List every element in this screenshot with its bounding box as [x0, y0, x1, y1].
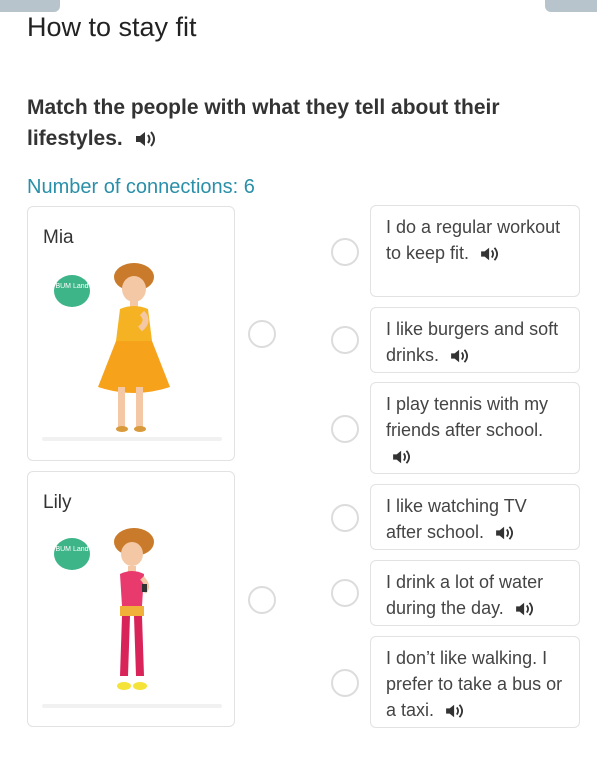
brand-badge: BUM Land	[54, 538, 90, 570]
person-name: Mia	[43, 227, 74, 248]
connections-counter: Number of connections: 6	[27, 176, 255, 198]
statement-text: I like burgers and soft drinks.	[386, 319, 559, 365]
speaker-icon[interactable]	[450, 348, 470, 364]
statement-connector-1[interactable]	[331, 238, 359, 266]
card-baseline	[42, 437, 222, 441]
task-instruction: Match the people with what they tell abo…	[27, 92, 567, 154]
speaker-icon[interactable]	[445, 703, 465, 719]
instruction-text: Match the people with what they tell abo…	[27, 96, 500, 150]
top-left-tab	[0, 0, 60, 12]
person-name: Lily	[43, 492, 72, 513]
brand-badge: BUM Land	[54, 275, 90, 307]
statement-connector-3[interactable]	[331, 415, 359, 443]
page-title: How to stay fit	[27, 12, 197, 42]
statement-text: I don’t like walking. I prefer to take a…	[386, 648, 563, 720]
speaker-icon[interactable]	[515, 601, 535, 617]
top-right-tab	[545, 0, 597, 12]
statement-card-1[interactable]: I do a regular workout to keep fit.	[370, 205, 580, 297]
statement-card-2[interactable]: I like burgers and soft drinks.	[370, 307, 580, 373]
mia-illustration	[98, 263, 170, 432]
statement-text: I do a regular workout to keep fit.	[386, 217, 561, 263]
person-connector-lily[interactable]	[248, 586, 276, 614]
statement-connector-2[interactable]	[331, 326, 359, 354]
statement-card-6[interactable]: I don’t like walking. I prefer to take a…	[370, 636, 580, 728]
speaker-icon[interactable]	[495, 525, 515, 541]
person-connector-mia[interactable]	[248, 320, 276, 348]
statement-connector-4[interactable]	[331, 504, 359, 532]
speaker-icon[interactable]	[392, 449, 412, 465]
statement-text: I play tennis with my friends after scho…	[386, 394, 549, 440]
person-card-lily: Lily BUM Land	[27, 471, 235, 727]
speaker-icon[interactable]	[480, 246, 500, 262]
statement-card-5[interactable]: I drink a lot of water during the day.	[370, 560, 580, 626]
person-card-mia: Mia BUM Land	[27, 206, 235, 461]
statement-card-3[interactable]: I play tennis with my friends after scho…	[370, 382, 580, 474]
statement-connector-6[interactable]	[331, 669, 359, 697]
statement-connector-5[interactable]	[331, 579, 359, 607]
speaker-icon[interactable]	[135, 130, 157, 148]
statement-card-4[interactable]: I like watching TV after school.	[370, 484, 580, 550]
lily-illustration	[114, 528, 154, 690]
card-baseline	[42, 704, 222, 708]
